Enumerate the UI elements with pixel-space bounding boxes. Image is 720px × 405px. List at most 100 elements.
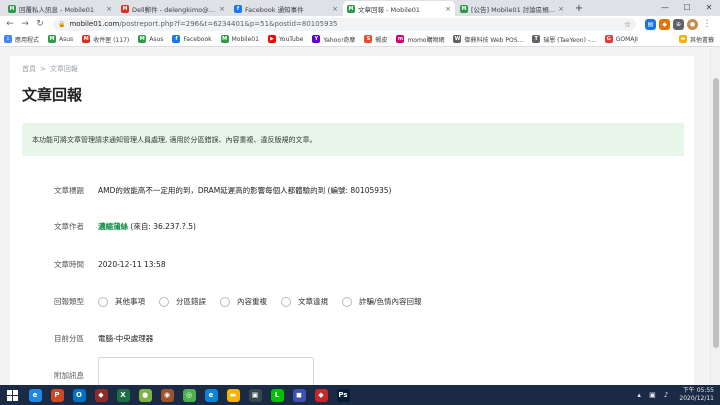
bookmark-item[interactable]: T 瑞恩 (TaeYeon) -... (532, 35, 596, 44)
back-icon[interactable]: ← (4, 18, 16, 30)
bookmark-item[interactable]: M Asus (138, 35, 163, 43)
author-source: (來自: 36.237.?.5) (130, 222, 196, 231)
tab-favicon-icon: M (347, 4, 355, 13)
game-icon: ◆ (94, 388, 108, 402)
profile-avatar[interactable]: ● (687, 18, 698, 30)
browser-tab[interactable]: M 回覆私人訊息 - Mobile01 × (4, 1, 116, 16)
app-photo-icon: ◉ (160, 388, 174, 402)
close-window-icon[interactable]: ✕ (698, 0, 720, 14)
bookmark-favicon-icon: ▶ (267, 35, 276, 43)
extension-icon[interactable]: ◆ (659, 18, 670, 30)
tab-favicon-icon: M (121, 4, 129, 13)
taskbar-app-app-blue[interactable]: ◼ (288, 385, 310, 405)
time-row: 文章時間 2020-12-11 13:58 (54, 259, 166, 270)
tab-close-icon[interactable]: × (445, 5, 451, 13)
bookmark-star-icon[interactable]: ☆ (624, 20, 631, 29)
taskbar-app-app-dark[interactable]: ▣ (244, 385, 266, 405)
reload-icon[interactable]: ↻ (34, 18, 46, 30)
info-notice: 本功能可將文章管理請求通知管理人員處理, 適用於分區錯誤、內容重複、違反版規的文… (22, 123, 684, 156)
bookmark-item[interactable]: ⋮ 應用程式 (4, 35, 39, 44)
tab-close-icon[interactable]: × (558, 5, 564, 13)
windows-start-icon[interactable] (0, 385, 24, 405)
bookmark-item[interactable]: W 御鼎科技 Web POS... (453, 35, 523, 44)
time-value: 2020-12-11 13:58 (98, 260, 166, 269)
bookmark-item[interactable]: f Facebook (172, 35, 212, 43)
browser-tab[interactable]: MDell郵件 - delengkimo@gmail.c...× (117, 1, 229, 16)
browser-tab[interactable]: M 文章回報 - Mobile01 × (343, 1, 455, 16)
bookmarks-bar: ⋮ 應用程式 M Asus M 收件匣 (117) M Asus f Facebook M Mobil… (0, 32, 720, 47)
report-type-options: 其他事項 分區錯誤 內容重複 文章違規 詐騙/色情內容回報 (98, 296, 436, 307)
photoshop-icon: Ps (336, 388, 350, 402)
bookmark-item[interactable]: M 收件匣 (117) (82, 35, 129, 44)
article-title-value: AMD的效能高不一定用的到，DRAM延遲高的影響每個人都體驗的到 (編號: 80… (98, 186, 392, 195)
tab-title: 文章回報 - Mobile01 (358, 5, 421, 14)
radio-button[interactable] (281, 296, 291, 307)
bookmark-label: YouTube (278, 35, 304, 43)
extension-icon[interactable]: ▤ (645, 18, 656, 30)
browser-tab-strip: M 回覆私人訊息 - Mobile01 × M Dell郵件 - delengkimo@… (0, 0, 720, 16)
tab-close-icon[interactable]: × (106, 5, 112, 13)
page-viewport: 首頁 > 文章回報 文章回報 本功能可將文章管理請求通知管理人員處理, 適用於分區錯… (0, 48, 720, 385)
taskbar-app-line[interactable]: L (266, 385, 288, 405)
taskbar-app-chrome[interactable]: ◎ (178, 385, 200, 405)
bookmark-favicon-icon: Y (312, 35, 321, 43)
report-type-option[interactable]: 內容重複 (220, 296, 267, 307)
tab-close-icon[interactable]: × (219, 5, 225, 13)
taskbar-app-photoshop[interactable]: Ps (332, 385, 354, 405)
browser-tab[interactable]: f Facebook 通知事件 × (230, 1, 342, 16)
bookmark-label: 收件匣 (117) (93, 36, 130, 44)
clock[interactable]: 下午 05:55 2020/12/11 (679, 387, 714, 403)
radio-button[interactable] (220, 296, 230, 307)
bookmark-item[interactable]: M Mobile01 (220, 35, 259, 43)
bookmark-favicon-icon: S (364, 35, 373, 43)
report-type-option-label: 文章違規 (298, 297, 328, 306)
radio-button[interactable] (342, 296, 352, 307)
breadcrumb-home[interactable]: 首頁 (22, 65, 36, 73)
bookmark-item[interactable]: m momo購物網 (396, 35, 444, 44)
taskbar-app-ie[interactable]: e (24, 385, 46, 405)
address-bar[interactable]: 🔒 mobile01.com /postreport.php?f=296&t=6… (53, 17, 636, 31)
report-type-option[interactable]: 文章違規 (281, 296, 328, 307)
taskbar-app-powerpoint[interactable]: P (46, 385, 68, 405)
address-host: mobile01.com (69, 20, 120, 28)
radio-button[interactable] (98, 296, 108, 307)
minimize-icon[interactable]: — (654, 0, 676, 14)
extra-message-input[interactable] (98, 357, 314, 385)
bookmark-label: Asus (59, 35, 74, 43)
taskbar-app-folder[interactable]: ▬ (222, 385, 244, 405)
other-bookmarks[interactable]: ▬ 其他書籤 (678, 35, 714, 44)
bookmark-favicon-icon: f (172, 35, 181, 43)
forward-icon[interactable]: → (19, 18, 31, 30)
taskbar-app-app-game[interactable]: ◆ (310, 385, 332, 405)
taskbar-app-excel[interactable]: X (112, 385, 134, 405)
report-type-option-label: 詐騙/色情內容回報 (359, 297, 422, 306)
bookmark-item[interactable]: S 蝦皮 (364, 35, 387, 44)
time-label: 文章時間 (54, 260, 84, 269)
taskbar-app-game[interactable]: ◆ (90, 385, 112, 405)
taskbar-app-app-green[interactable]: ● (134, 385, 156, 405)
taskbar-app-edge[interactable]: e (200, 385, 222, 405)
new-tab-button[interactable]: + (573, 2, 585, 14)
author-link[interactable]: 濃縮蒲絲 (98, 222, 128, 231)
maximize-icon[interactable]: ☐ (676, 0, 698, 14)
bookmark-item[interactable]: Y Yahoo!奇摩 (312, 35, 355, 44)
bookmark-item[interactable]: G GOMAJI (604, 35, 638, 43)
taskbar-app-outlook[interactable]: O (68, 385, 90, 405)
browser-tab[interactable]: M[公告] Mobile01 討論區規則與操...× (456, 1, 568, 16)
report-type-option[interactable]: 詐騙/色情內容回報 (342, 296, 422, 307)
bookmark-item[interactable]: M Asus (48, 35, 73, 43)
scrollbar-thumb[interactable] (713, 78, 719, 348)
page-scrollbar[interactable] (710, 48, 720, 385)
report-type-option[interactable]: 其他事項 (98, 296, 145, 307)
tray-icons[interactable]: ▴ ▣ ♪ (637, 391, 671, 399)
radio-button[interactable] (159, 296, 169, 307)
bookmark-item[interactable]: ▶ YouTube (267, 35, 304, 43)
tab-close-icon[interactable]: × (332, 5, 338, 13)
extension-icon[interactable]: ⊕ (673, 18, 684, 30)
taskbar-app-app-photo[interactable]: ◉ (156, 385, 178, 405)
clock-time: 下午 05:55 (682, 387, 714, 394)
report-type-option[interactable]: 分區錯誤 (159, 296, 206, 307)
breadcrumb-current[interactable]: 文章回報 (50, 65, 78, 73)
more-menu-icon[interactable]: ⋮ (701, 18, 713, 30)
window-controls: — ☐ ✕ (654, 0, 720, 16)
